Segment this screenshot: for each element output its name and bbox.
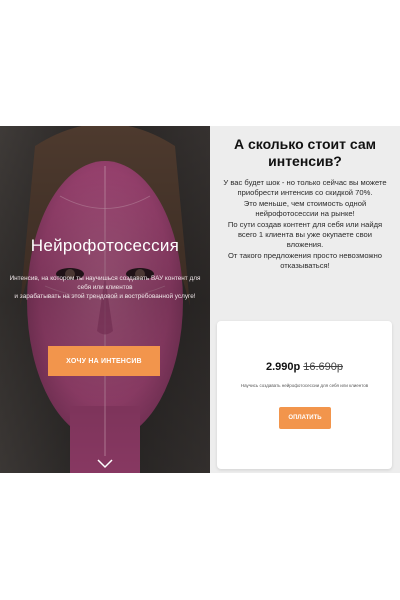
price-row: 2.990р 16.690р: [217, 361, 392, 373]
pricing-paragraph: Это меньше, чем стоимость одной нейрофот…: [243, 198, 367, 219]
hero-section: Нейрофотосессия Интенсив, на котором ты …: [0, 126, 210, 473]
pricing-paragraph: По сути создав контент для себя или найд…: [227, 219, 383, 250]
hero-description-line: Интенсив, на котором ты научишься создав…: [9, 275, 201, 291]
hero-description: Интенсив, на котором ты научишься создав…: [8, 274, 202, 301]
join-intensive-button[interactable]: ХОЧУ НА ИНТЕНСИВ: [48, 346, 160, 376]
hero-title: Нейрофотосессия: [30, 236, 180, 255]
chevron-down-icon[interactable]: [97, 459, 113, 469]
page: Нейрофотосессия Интенсив, на котором ты …: [0, 0, 400, 600]
pay-button[interactable]: ОПЛАТИТЬ: [279, 407, 331, 429]
price-card-note: Научись создавать нейрофотосессии для се…: [240, 383, 369, 388]
pricing-description: У вас будет шок - но только сейчас вы мо…: [222, 178, 388, 272]
hero-description-line: и зарабатывать на этой трендовой и востр…: [14, 293, 196, 300]
price-old: 16.690р: [303, 361, 343, 373]
price-current: 2.990р: [265, 361, 301, 373]
pricing-heading: А сколько стоит сам интенсив?: [233, 136, 377, 169]
pricing-paragraph: От такого предложения просто невозможно …: [227, 250, 383, 271]
pricing-paragraph: У вас будет шок - но только сейчас вы мо…: [223, 178, 387, 198]
price-card: 2.990р 16.690р Научись создавать нейрофот…: [217, 321, 392, 469]
